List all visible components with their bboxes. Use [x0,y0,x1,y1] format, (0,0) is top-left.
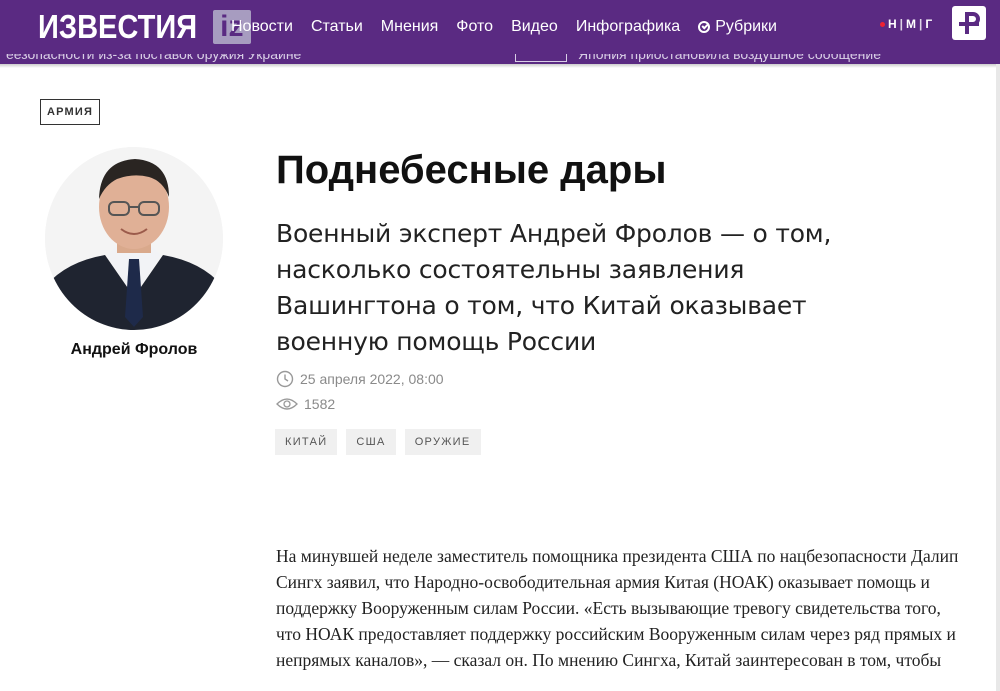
tag-china[interactable]: КИТАЙ [275,429,338,455]
header-shadow [0,64,1000,68]
nmg-letter-g: Г [925,17,934,31]
article-body-paragraph: На минувшей неделе заместитель помощника… [276,546,959,670]
site-logo[interactable]: ИЗВЕСТИЯ iz [38,9,251,45]
ticker-item-left[interactable]: еезопасности из-за поставок оружия Украи… [6,54,301,62]
ticker-separator-box [515,54,567,62]
nmg-letter-m: М [906,17,918,31]
author-name[interactable]: Андрей Фролов [60,340,208,359]
nmg-letter-n: Н [888,17,898,31]
tag-weapons[interactable]: ОРУЖИЕ [404,429,481,455]
nav-video[interactable]: Видео [511,18,558,36]
red-dot-icon [880,21,885,27]
logo-wordmark: ИЗВЕСТИЯ [38,8,198,45]
news-ticker[interactable]: еезопасности из-за поставок оружия Украи… [0,54,1000,64]
nmg-partner-logo[interactable]: Н | М | Г [880,17,933,31]
nav-opinions[interactable]: Мнения [381,18,439,36]
date-text: 25 апреля 2022, 08:00 [300,371,444,387]
nav-infographics[interactable]: Инфографика [576,18,680,36]
article-subtitle: Военный эксперт Андрей Фролов — о том, н… [276,219,832,356]
nav-rubrics-label: Рубрики [715,18,777,35]
article-views: 1582 [276,396,335,412]
nav-articles[interactable]: Статьи [311,18,363,36]
article-date: 25 апреля 2022, 08:00 [276,370,444,388]
top-navigation-bar: ИЗВЕСТИЯ iz Новости Статьи Мнения Фото В… [0,0,1000,54]
article-title: Поднебесные дары [276,148,667,192]
article-tags: КИТАЙ США ОРУЖИЕ [275,429,481,455]
clock-icon [276,370,294,388]
ren-tv-logo-icon[interactable] [952,6,986,40]
nav-rubrics[interactable]: Рубрики [698,18,777,36]
rubric-badge[interactable]: АРМИЯ [40,99,101,125]
ticker-item-right[interactable]: Япония приостановила воздушное сообщение [578,54,881,62]
right-scroll-gutter [996,64,1000,691]
nav-news[interactable]: Новости [231,18,293,36]
main-nav: Новости Статьи Мнения Фото Видео Инфогра… [231,0,795,54]
nav-photo[interactable]: Фото [456,18,493,36]
eye-icon [276,398,298,410]
views-count: 1582 [304,396,336,412]
tag-usa[interactable]: США [346,429,396,455]
author-avatar[interactable] [45,147,223,330]
check-circle-icon [698,21,711,33]
